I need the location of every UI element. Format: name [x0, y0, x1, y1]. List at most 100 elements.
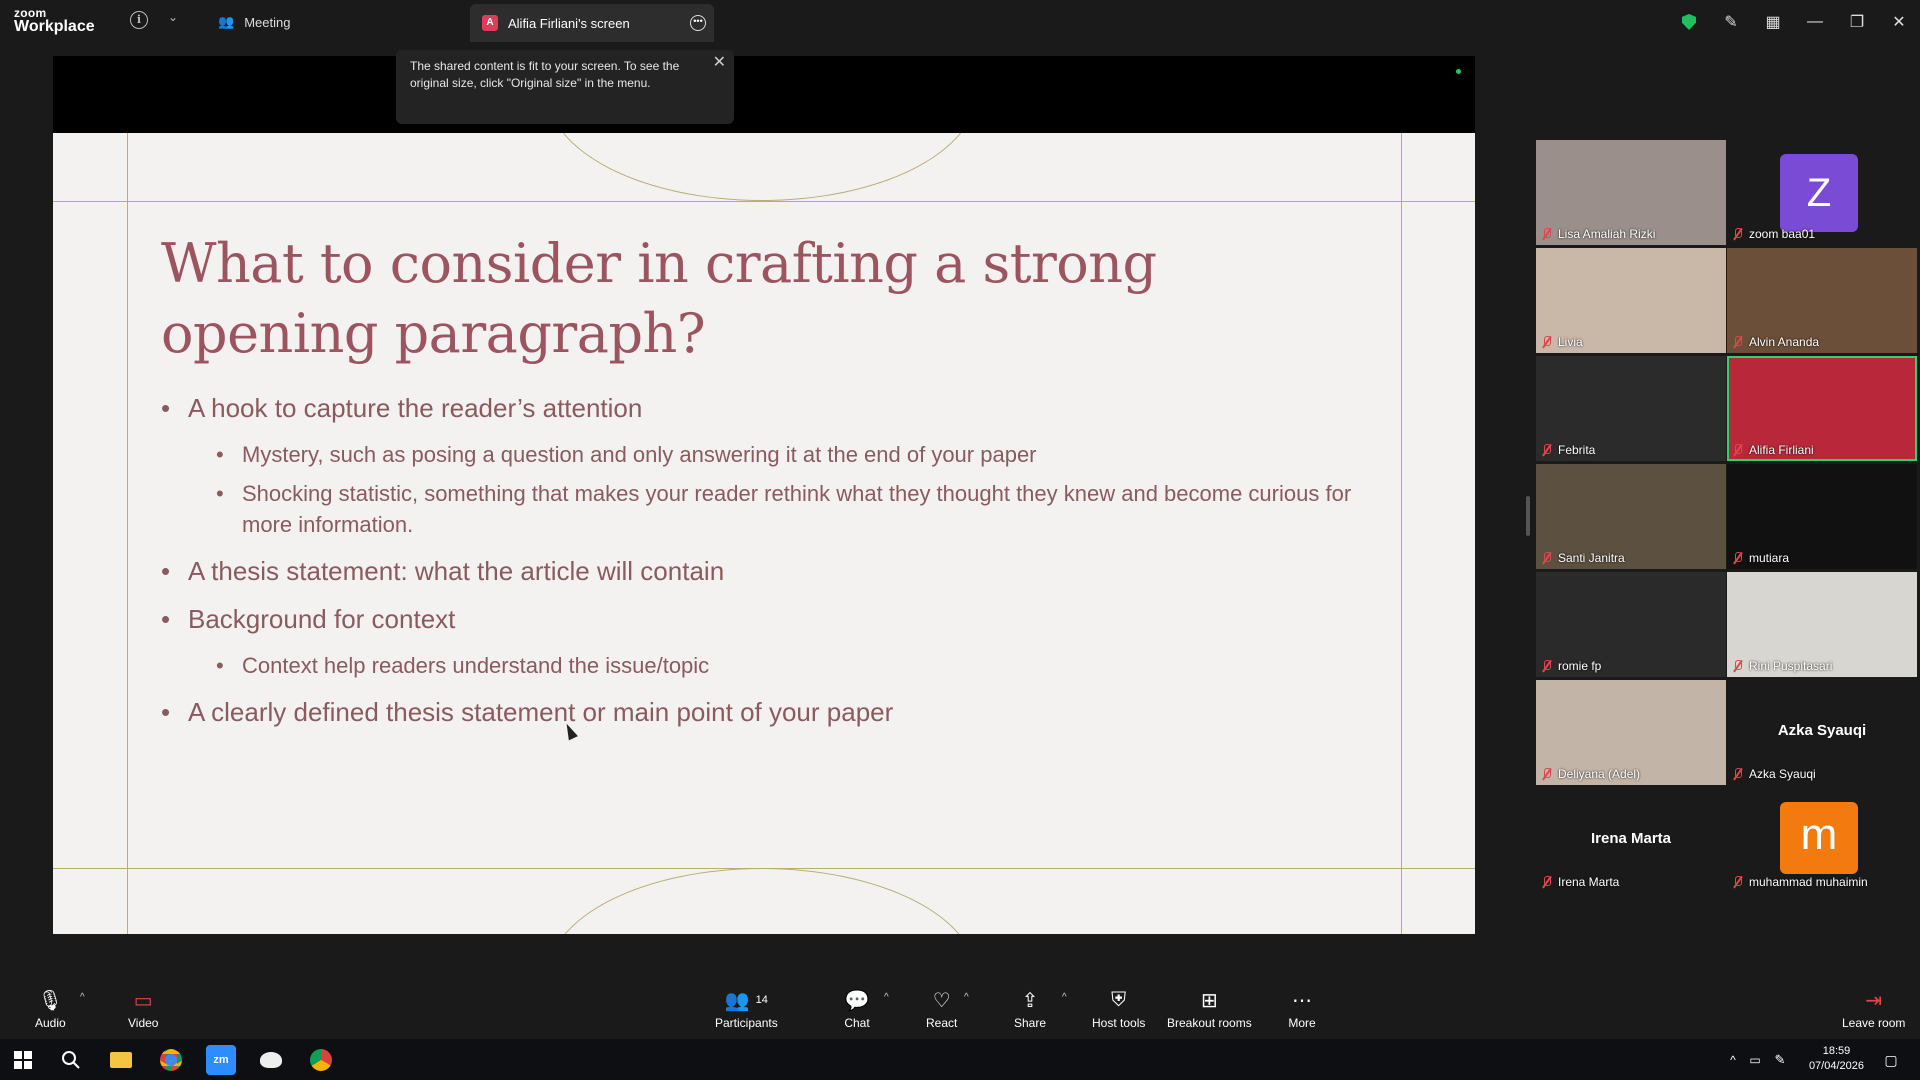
- participant-tile[interactable]: Santi Janitra: [1536, 464, 1726, 569]
- breakout-rooms-label: Breakout rooms: [1167, 1016, 1252, 1030]
- microphone-muted-icon: [1542, 228, 1552, 240]
- participant-tile[interactable]: mutiara: [1727, 464, 1917, 569]
- participant-name-tag: Azka Syauqi: [1733, 767, 1816, 781]
- avatar: m: [1780, 802, 1858, 874]
- participant-name: Deliyana (Adel): [1558, 767, 1641, 781]
- minimize-button[interactable]: —: [1794, 0, 1836, 44]
- leave-room-button[interactable]: ⇥ Leave room: [1842, 988, 1905, 1031]
- close-icon[interactable]: ✕: [713, 54, 726, 71]
- notifications-icon[interactable]: ▢: [1876, 1045, 1906, 1075]
- panel-resize-handle[interactable]: [1526, 496, 1530, 536]
- microphone-muted-icon: [1733, 228, 1743, 240]
- file-explorer-icon[interactable]: [106, 1045, 136, 1075]
- shared-screen-tab[interactable]: A Alifia Firliani's screen •••: [470, 4, 714, 42]
- microphone-muted-icon: [1542, 444, 1552, 456]
- audio-button[interactable]: 🎙 Audio: [35, 988, 66, 1031]
- participant-name: Alvin Ananda: [1749, 335, 1820, 349]
- annotate-pen-icon[interactable]: ✎: [1710, 0, 1752, 44]
- participant-name: Santi Janitra: [1558, 551, 1625, 565]
- slide-sub-bullet: Mystery, such as posing a question and o…: [161, 439, 1401, 470]
- participant-tile[interactable]: m muhammad muhaimin: [1727, 788, 1917, 893]
- participant-tile[interactable]: Alifia Firliani: [1727, 356, 1917, 461]
- participant-name-tag: muhammad muhaimin: [1733, 875, 1868, 889]
- chat-options-caret[interactable]: ^: [884, 992, 889, 1003]
- participant-name-tag: Santi Janitra: [1542, 551, 1625, 565]
- security-shield-icon[interactable]: [1668, 0, 1710, 44]
- search-icon[interactable]: [56, 1045, 86, 1075]
- notice-text: The shared content is fit to your screen…: [410, 59, 680, 90]
- slide-frame-line: [127, 133, 128, 934]
- participant-name: Lisa Amaliah Rizki: [1558, 227, 1656, 241]
- meeting-toolbar: 🎙 Audio ^ ▭ Video 👥 14 Participants 💬 Cha…: [0, 980, 1920, 1039]
- participant-name: Febrita: [1558, 443, 1596, 457]
- windows-start-icon[interactable]: [8, 1045, 38, 1075]
- breakout-rooms-button[interactable]: ⊞ Breakout rooms: [1167, 988, 1252, 1031]
- pen-tray-icon[interactable]: ✎: [1765, 1045, 1795, 1075]
- more-options-icon[interactable]: •••: [690, 15, 706, 31]
- microphone-muted-icon: [1542, 336, 1552, 348]
- close-button[interactable]: ✕: [1878, 0, 1920, 44]
- zoom-app-icon[interactable]: zm: [206, 1045, 236, 1075]
- more-label: More: [1288, 1016, 1316, 1030]
- shared-screen-tab-label: Alifia Firliani's screen: [508, 15, 630, 31]
- participant-tile[interactable]: Rini Puspitasari: [1727, 572, 1917, 677]
- shared-screen[interactable]: What to consider in crafting a strong op…: [53, 56, 1475, 934]
- slide-body: A hook to capture the reader’s attention…: [161, 391, 1401, 743]
- participant-display-name: Irena Marta: [1590, 830, 1672, 847]
- participant-tile[interactable]: romie fp: [1536, 572, 1726, 677]
- microphone-muted-icon: [1733, 552, 1743, 564]
- participant-name-tag: Irena Marta: [1542, 875, 1619, 889]
- share-button[interactable]: ⇪ Share: [1014, 988, 1047, 1031]
- react-heart-icon: ♡: [932, 989, 951, 1012]
- avatar: Z: [1780, 154, 1858, 232]
- microphone-muted-icon: [1542, 660, 1552, 672]
- chevron-down-icon[interactable]: ⌄: [168, 10, 178, 24]
- participant-tile[interactable]: Lisa Amaliah Rizki: [1536, 140, 1726, 245]
- chat-button[interactable]: 💬 Chat: [843, 988, 871, 1031]
- more-dots-icon: ⋯: [1292, 989, 1312, 1012]
- participant-name-tag: Livia: [1542, 335, 1583, 349]
- window-controls: ✎ ▦ — ❐ ✕: [1668, 0, 1920, 44]
- slide-bullet: A thesis statement: what the article wil…: [161, 554, 1401, 588]
- react-options-caret[interactable]: ^: [964, 992, 969, 1003]
- restore-button[interactable]: ❐: [1836, 0, 1878, 44]
- participant-tile[interactable]: Febrita: [1536, 356, 1726, 461]
- participants-count: 14: [755, 994, 768, 1006]
- microphone-muted-icon: [1542, 552, 1552, 564]
- share-label: Share: [1014, 1016, 1047, 1030]
- participant-name: Rini Puspitasari: [1749, 659, 1833, 673]
- participant-tile[interactable]: Deliyana (Adel): [1536, 680, 1726, 785]
- react-label: React: [926, 1016, 958, 1030]
- meeting-info-icon[interactable]: i: [130, 11, 148, 29]
- system-clock[interactable]: 18:59 07/04/2026: [1809, 1044, 1864, 1074]
- microphone-muted-icon: [1733, 660, 1743, 672]
- share-options-caret[interactable]: ^: [1062, 992, 1067, 1003]
- meeting-tab[interactable]: 👥 Meeting: [218, 8, 290, 36]
- participant-tile[interactable]: Alvin Ananda: [1727, 248, 1917, 353]
- live-indicator: [1456, 69, 1461, 74]
- fit-to-screen-notice: The shared content is fit to your screen…: [396, 50, 734, 124]
- more-button[interactable]: ⋯ More: [1288, 988, 1316, 1031]
- clock-time: 18:59: [1822, 1045, 1851, 1057]
- host-tools-label: Host tools: [1092, 1016, 1146, 1030]
- zoom-workplace-logo: zoom Workplace: [14, 7, 95, 35]
- participant-tile[interactable]: Zzoom baa01: [1727, 140, 1917, 245]
- share-screen-icon: ⇪: [1021, 989, 1039, 1012]
- host-tools-button[interactable]: ⛨ Host tools: [1092, 988, 1146, 1031]
- audio-options-caret[interactable]: ^: [80, 992, 85, 1003]
- view-layout-icon[interactable]: ▦: [1752, 0, 1794, 44]
- paint-app-icon[interactable]: [256, 1045, 286, 1075]
- slide-frame-line: [53, 201, 1475, 202]
- participant-tile[interactable]: Livia: [1536, 248, 1726, 353]
- participant-tile[interactable]: Irena Marta Irena Marta: [1536, 788, 1726, 893]
- chrome-icon[interactable]: [156, 1045, 186, 1075]
- video-button[interactable]: ▭ Video: [128, 988, 158, 1031]
- windows-taskbar: zm ^ ▭ ✎ 18:59 07/04/2026 ▢: [0, 1039, 1920, 1080]
- slide-sub-bullet: Shocking statistic, something that makes…: [161, 478, 1401, 540]
- microphone-muted-icon: [1542, 768, 1552, 780]
- react-button[interactable]: ♡ React: [926, 988, 958, 1031]
- brand-workplace: Workplace: [14, 18, 95, 35]
- chrome-profile-icon[interactable]: [306, 1045, 336, 1075]
- participant-tile[interactable]: Azka Syauqi Azka Syauqi: [1727, 680, 1917, 785]
- participants-button[interactable]: 👥 14 Participants: [715, 988, 778, 1031]
